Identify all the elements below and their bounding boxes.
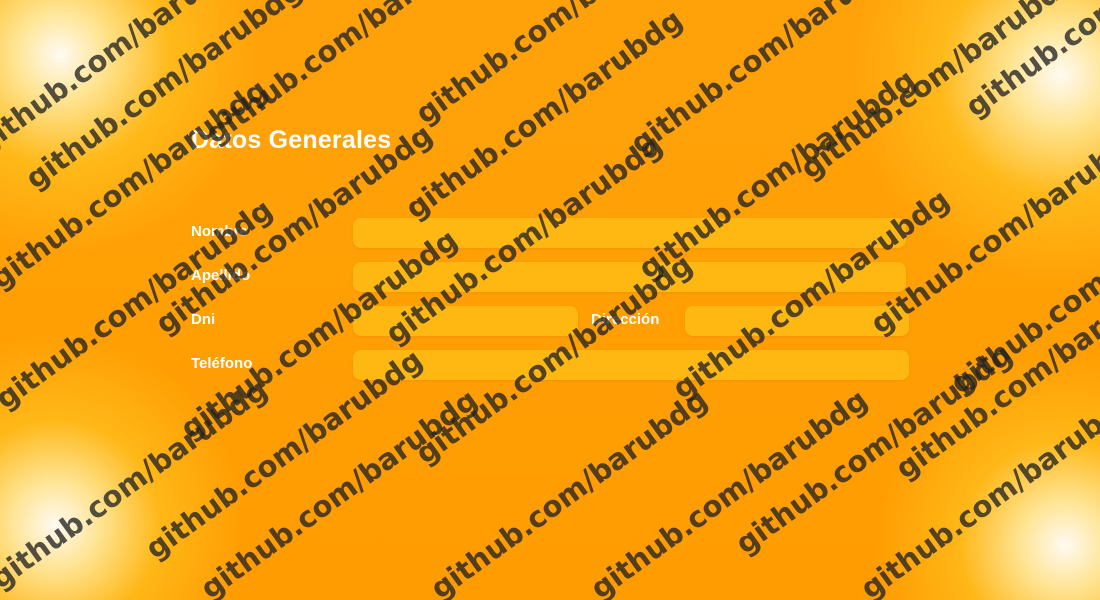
dni-label: Dni [191, 311, 216, 328]
nombre-input[interactable] [353, 218, 906, 248]
dni-input[interactable] [353, 306, 578, 336]
telefono-input[interactable] [353, 350, 909, 380]
nombre-label: Nombre [191, 223, 248, 240]
apellido-input[interactable] [353, 262, 906, 292]
general-data-form: Datos Generales Nombre Apellido Dni Dire… [0, 0, 1100, 600]
telefono-label: Teléfono [191, 355, 253, 372]
form-title: Datos Generales [191, 126, 392, 154]
apellido-label: Apellido [191, 267, 251, 284]
direccion-label: Dirección [591, 311, 660, 328]
direccion-input[interactable] [685, 306, 909, 336]
